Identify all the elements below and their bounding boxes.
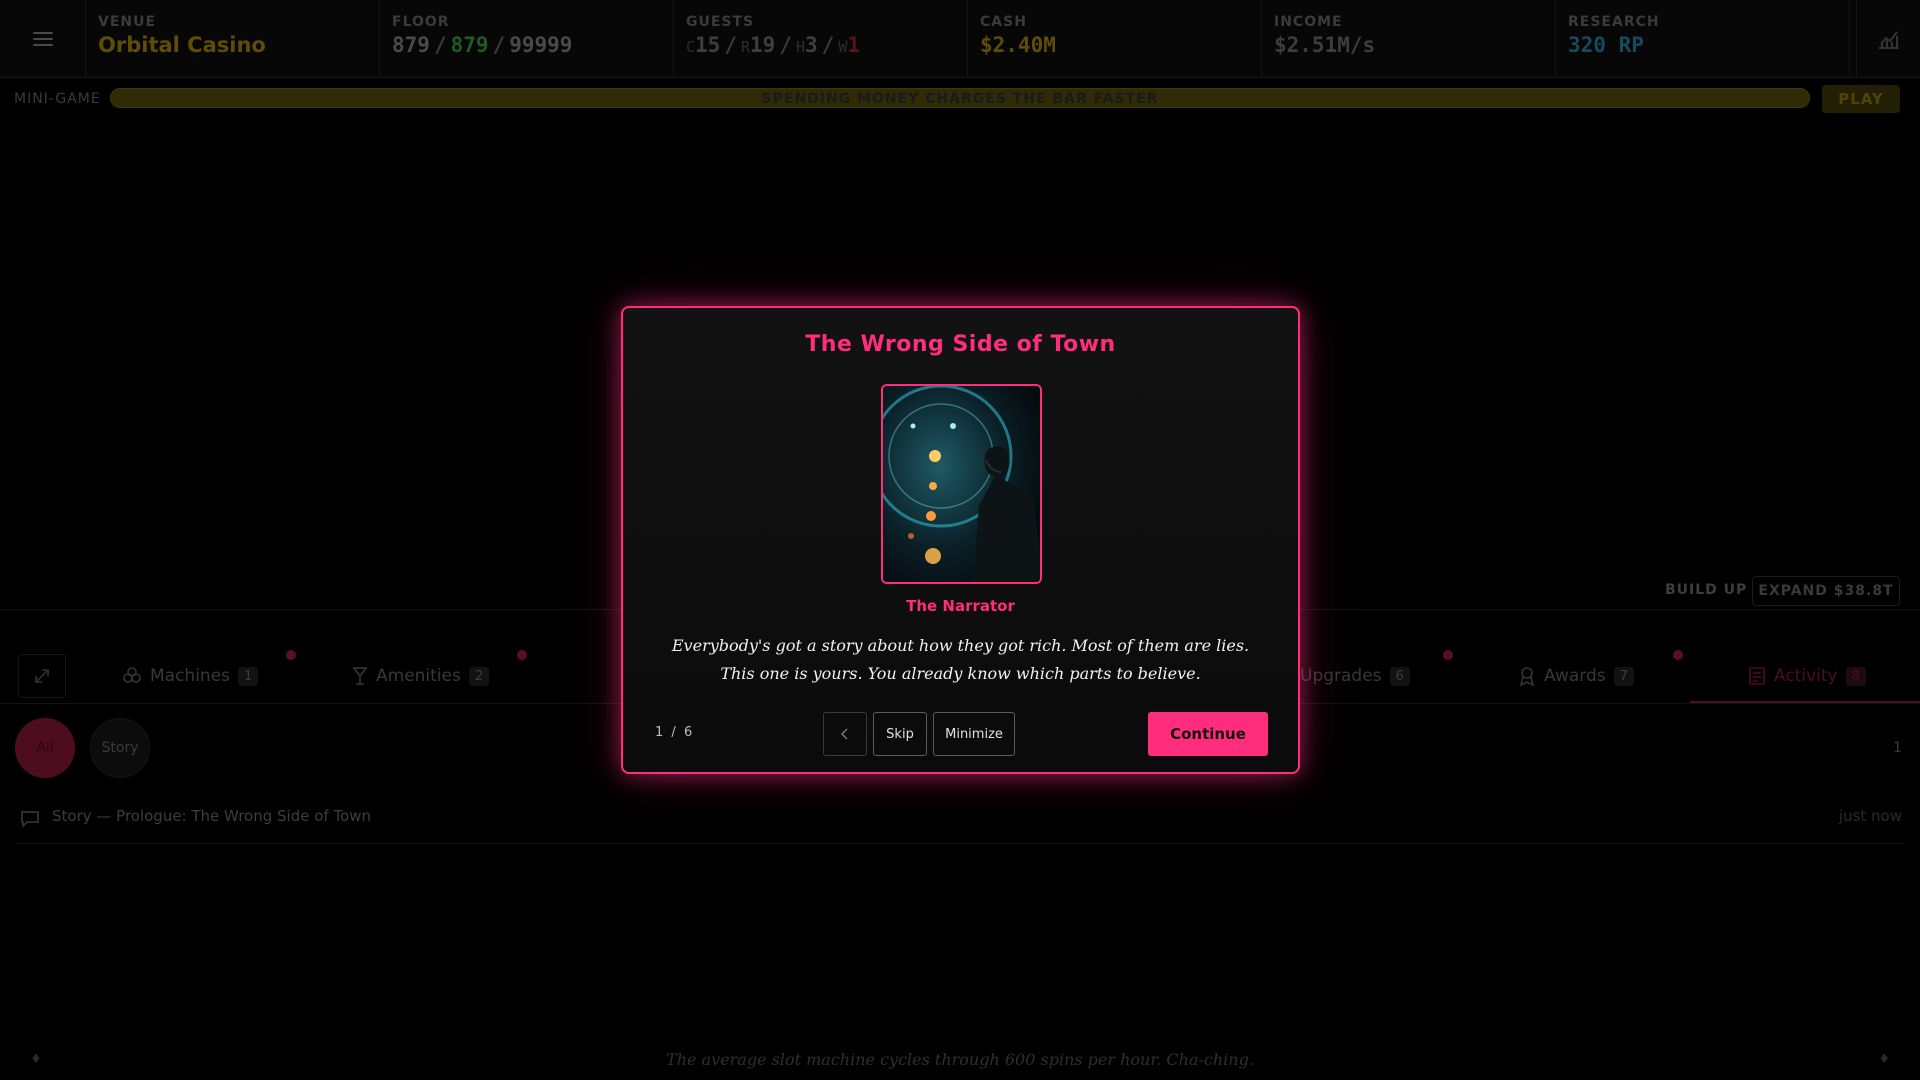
cash-value: $2.40M (980, 33, 1056, 57)
tab-activity-label: Activity (1774, 666, 1838, 686)
guests-separator: / (821, 33, 835, 57)
chevron-left-icon (840, 728, 848, 740)
step-total: 6 (683, 725, 693, 740)
minigame-bar: MINI-GAME SPENDING MONEY CHARGES THE BAR… (0, 82, 1920, 116)
previous-button[interactable] (823, 712, 867, 756)
awards-icon (1519, 667, 1535, 686)
floor-max: 99999 (509, 33, 573, 57)
guests-c-key: C (686, 38, 696, 56)
floor-stat: FLOOR 879/879/99999 (380, 0, 674, 78)
guests-w-value: 1 (847, 33, 860, 57)
footer-fact: The average slot machine cycles through … (666, 1050, 1254, 1069)
income-label: INCOME (1274, 14, 1343, 30)
cash-stat: CASH $2.40M (968, 0, 1262, 78)
notification-dot (1673, 650, 1683, 660)
guests-stat: GUESTS C15/R19/H3/W1 (674, 0, 968, 78)
footer: ♦ The average slot machine cycles throug… (0, 1040, 1920, 1080)
filter-story[interactable]: Story (90, 718, 150, 778)
floor-separator: / (492, 33, 506, 57)
income-value: $2.51M/s (1274, 33, 1376, 57)
log-entry-time: just now (1838, 807, 1902, 825)
dialog-text: Everybody's got a story about how they g… (671, 636, 1250, 683)
tab-activity-count: 8 (1845, 666, 1866, 686)
tab-amenities-label: Amenities (376, 666, 461, 686)
guests-separator: / (724, 33, 737, 57)
minigame-progress-track: SPENDING MONEY CHARGES THE BAR FASTER (110, 88, 1810, 108)
expand-button[interactable]: EXPAND $38.8T (1752, 576, 1900, 606)
active-tab-indicator (1690, 701, 1920, 703)
venue-label: VENUE (98, 14, 157, 30)
guests-h-key: H (795, 38, 805, 56)
skip-button[interactable]: Skip (873, 712, 927, 756)
build-up-label: BUILD UP (1665, 582, 1748, 598)
tab-amenities[interactable]: Amenities 2 (352, 658, 490, 694)
research-stat: RESEARCH 320 RP (1556, 0, 1850, 78)
menu-icon (32, 32, 53, 46)
narrator-portrait (881, 384, 1042, 584)
cash-label: CASH (980, 14, 1027, 30)
chat-icon (21, 811, 39, 828)
continue-button[interactable]: Continue (1148, 712, 1268, 756)
activity-count: 1 (1893, 740, 1902, 756)
tab-upgrades-count: 6 (1389, 666, 1410, 686)
expand-panel-button[interactable] (18, 654, 66, 698)
tab-machines-label: Machines (150, 666, 231, 686)
minigame-label: MINI-GAME (14, 91, 101, 107)
stats-chart-button[interactable] (1856, 0, 1920, 78)
guests-r-key: R (740, 38, 751, 56)
expand-icon (35, 669, 49, 683)
tab-activity[interactable]: Activity 8 (1748, 658, 1866, 694)
list-item: Story — Prologue: The Wrong Side of Town… (18, 800, 1902, 844)
minimize-button[interactable]: Minimize (933, 712, 1015, 756)
amenities-icon (352, 667, 368, 685)
step-counter: 1 / 6 (655, 725, 692, 740)
dialog-title: The Wrong Side of Town (805, 332, 1116, 357)
story-dialog: The Wrong Side of Town The Narrator Ever… (621, 306, 1300, 774)
guests-w-key: W (838, 38, 848, 56)
floor-current: 879 (392, 33, 430, 57)
floor-separator: / (433, 33, 447, 57)
minigame-hint: SPENDING MONEY CHARGES THE BAR FASTER (761, 91, 1159, 107)
menu-button[interactable] (0, 0, 86, 78)
tab-upgrades[interactable]: Upgrades 6 (1300, 658, 1410, 694)
income-stat: INCOME $2.51M/s (1262, 0, 1556, 78)
research-label: RESEARCH (1568, 14, 1660, 30)
tab-awards-count: 7 (1613, 666, 1634, 686)
venue-stat: VENUE Orbital Casino (86, 0, 380, 78)
step-current: 1 (655, 725, 664, 740)
minigame-play-button[interactable]: PLAY (1822, 85, 1900, 113)
guests-r-value: 19 (750, 33, 776, 57)
machines-icon (123, 667, 141, 683)
tab-awards-label: Awards (1544, 666, 1606, 686)
guests-label: GUESTS (686, 14, 755, 30)
diamond-icon: ♦ (1878, 1052, 1890, 1067)
tab-awards[interactable]: Awards 7 (1518, 658, 1634, 694)
guests-separator: / (779, 33, 792, 57)
floor-capacity: 879 (450, 33, 489, 57)
chart-icon (1878, 31, 1899, 49)
notification-dot (1443, 650, 1453, 660)
log-entry-text: Story — Prologue: The Wrong Side of Town (52, 807, 372, 825)
speaker-name: The Narrator (906, 597, 1015, 615)
tab-machines-count: 1 (238, 666, 259, 686)
guests-c-value: 15 (695, 33, 721, 57)
top-stats-bar: VENUE Orbital Casino FLOOR 879/879/99999… (0, 0, 1920, 78)
guests-h-value: 3 (805, 33, 818, 57)
research-value: 320 RP (1568, 33, 1644, 57)
notification-dot (286, 650, 296, 660)
activity-icon (1749, 667, 1765, 685)
tab-amenities-count: 2 (468, 666, 490, 686)
filter-all[interactable]: All (15, 718, 75, 778)
notification-dot (517, 650, 527, 660)
guests-value: C15/R19/H3/W1 (686, 33, 955, 57)
floor-label: FLOOR (392, 14, 450, 30)
tab-upgrades-label: Upgrades (1300, 666, 1382, 686)
tab-machines[interactable]: Machines 1 (122, 658, 259, 694)
step-separator: / (671, 725, 676, 740)
floor-value: 879/879/99999 (392, 33, 661, 57)
venue-name: Orbital Casino (98, 33, 266, 57)
